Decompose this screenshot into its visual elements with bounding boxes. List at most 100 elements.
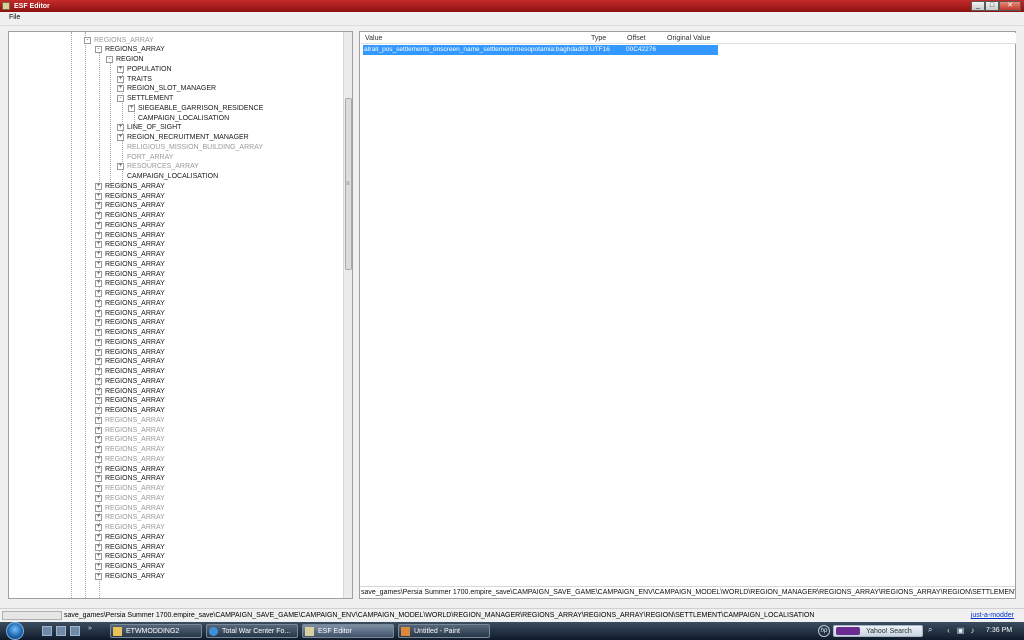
expand-icon[interactable]: + (95, 504, 102, 512)
expand-icon[interactable]: + (117, 163, 124, 171)
task-paint[interactable]: Untitled - Paint (398, 624, 490, 638)
task-total-war-center[interactable]: Total War Center Fo... (206, 624, 298, 638)
expand-icon[interactable]: + (95, 182, 102, 190)
expand-icon[interactable]: + (95, 202, 102, 210)
expand-icon[interactable]: + (117, 134, 124, 141)
expand-icon[interactable]: + (95, 329, 102, 336)
tree-node[interactable]: + REGIONS_ARRAY (95, 571, 165, 581)
expand-icon[interactable]: + (95, 251, 102, 258)
author-link[interactable]: just-a-modder (971, 612, 1014, 619)
expand-icon[interactable]: + (95, 563, 102, 570)
tree-node[interactable]: + REGIONS_ARRAY (95, 415, 165, 425)
tree-node[interactable]: + REGIONS_ARRAY (95, 250, 165, 260)
expand-icon[interactable]: + (95, 494, 102, 502)
collapse-icon[interactable]: - (106, 56, 113, 63)
tree-node[interactable]: + REGIONS_ARRAY (95, 513, 165, 523)
tree-node[interactable]: + REGIONS_ARRAY (95, 532, 165, 542)
expand-icon[interactable]: + (95, 270, 102, 278)
menu-file[interactable]: File (9, 14, 20, 21)
tree-node[interactable]: - REGIONS_ARRAY (84, 35, 154, 45)
tree-node[interactable]: + REGIONS_ARRAY (95, 406, 165, 416)
expand-icon[interactable]: + (95, 299, 102, 307)
show-desktop-icon[interactable] (42, 626, 52, 636)
tree-node[interactable]: + REGIONS_ARRAY (95, 376, 165, 386)
search-box[interactable]: Yahoo! Search (833, 625, 923, 637)
expand-icon[interactable]: + (95, 543, 102, 551)
search-icon[interactable]: ⌕ (928, 625, 932, 635)
tree-node[interactable]: + REGIONS_ARRAY (95, 201, 165, 211)
collapse-icon[interactable]: - (117, 95, 124, 102)
tree-node[interactable]: FORT_ARRAY (117, 152, 173, 162)
tree-node[interactable]: + REGIONS_ARRAY (95, 435, 165, 445)
tree-node[interactable]: RELIGIOUS_MISSION_BUILDING_ARRAY (117, 142, 263, 152)
tree-node[interactable]: + REGIONS_ARRAY (95, 347, 165, 357)
expand-icon[interactable]: + (95, 533, 102, 541)
expand-icon[interactable]: + (95, 485, 102, 492)
tree-node[interactable]: + REGIONS_ARRAY (95, 396, 165, 406)
tree-node[interactable]: + REGIONS_ARRAY (95, 269, 165, 279)
expand-icon[interactable]: + (95, 553, 102, 561)
tree-node[interactable]: + REGIONS_ARRAY (95, 464, 165, 474)
tree-node[interactable]: + REGIONS_ARRAY (95, 318, 165, 328)
tree-node[interactable]: + POPULATION (117, 64, 172, 74)
expand-icon[interactable]: + (95, 231, 102, 239)
tree-node[interactable]: CAMPAIGN_LOCALISATION (128, 113, 229, 123)
tree-node[interactable]: + SIEGEABLE_GARRISON_RESIDENCE (128, 103, 263, 113)
tree-node[interactable]: + REGIONS_ARRAY (95, 367, 165, 377)
tree-node[interactable]: - REGIONS_ARRAY (95, 45, 165, 55)
tree-node[interactable]: + REGIONS_ARRAY (95, 289, 165, 299)
tree-node[interactable]: + REGIONS_ARRAY (95, 425, 165, 435)
expand-icon[interactable]: + (95, 221, 102, 229)
tree-node[interactable]: + REGIONS_ARRAY (95, 279, 165, 289)
tree-node[interactable]: + REGIONS_ARRAY (95, 552, 165, 562)
tree-node[interactable]: + REGIONS_ARRAY (95, 240, 165, 250)
start-button[interactable] (6, 622, 24, 640)
expand-icon[interactable]: + (95, 348, 102, 356)
header-value[interactable]: Value (365, 35, 382, 42)
task-esf-editor[interactable]: ESF Editor (302, 624, 394, 638)
tree-node[interactable]: + REGIONS_ARRAY (95, 474, 165, 484)
tree-node[interactable]: + REGIONS_ARRAY (95, 181, 165, 191)
tree-node[interactable]: + TRAITS (117, 74, 152, 84)
expand-icon[interactable]: + (95, 290, 102, 297)
cell-value[interactable]: atrait_pos_settlements_onscreen_name_set… (364, 46, 588, 53)
tree-node[interactable]: + REGIONS_ARRAY (95, 445, 165, 455)
expand-icon[interactable]: + (117, 85, 124, 93)
tree-node[interactable]: + REGIONS_ARRAY (95, 328, 165, 338)
expand-icon[interactable]: + (95, 241, 102, 249)
header-original-value[interactable]: Original Value (667, 35, 710, 42)
tree-node[interactable]: + REGIONS_ARRAY (95, 562, 165, 572)
expand-icon[interactable]: + (95, 309, 102, 317)
expand-icon[interactable]: + (95, 436, 102, 444)
maximize-button[interactable]: □ (985, 1, 999, 11)
expand-icon[interactable]: + (95, 407, 102, 414)
expand-icon[interactable]: + (117, 75, 124, 83)
tree-node[interactable]: + REGIONS_ARRAY (95, 357, 165, 367)
tree-node[interactable]: - SETTLEMENT (117, 94, 173, 104)
tree-node[interactable]: + REGIONS_ARRAY (95, 503, 165, 513)
tree-node[interactable]: + REGION_SLOT_MANAGER (117, 84, 216, 94)
expand-icon[interactable]: + (95, 572, 102, 580)
tree-node[interactable]: + REGIONS_ARRAY (95, 386, 165, 396)
tree-node[interactable]: + REGIONS_ARRAY (95, 542, 165, 552)
expand-icon[interactable]: + (95, 426, 102, 434)
collapse-icon[interactable]: - (84, 36, 91, 44)
expand-icon[interactable]: + (95, 319, 102, 327)
expand-icon[interactable]: + (95, 455, 102, 463)
tree-node[interactable]: + REGIONS_ARRAY (95, 259, 165, 269)
tree-node[interactable]: + REGIONS_ARRAY (95, 211, 165, 221)
task-etwmodding2[interactable]: ETWMODDING2 (110, 624, 202, 638)
header-offset[interactable]: Offset (627, 35, 646, 42)
tree-node[interactable]: + REGIONS_ARRAY (95, 308, 165, 318)
tray-arrow-icon[interactable]: ‹ (944, 626, 953, 635)
tree-node[interactable]: + RESOURCES_ARRAY (117, 162, 199, 172)
expand-icon[interactable]: + (95, 368, 102, 375)
tree-node[interactable]: + REGIONS_ARRAY (95, 523, 165, 533)
tree-view[interactable]: - REGIONS_ARRAY - REGIONS_ARRAY - REGION + POPU… (8, 31, 353, 599)
minimize-button[interactable]: _ (971, 1, 985, 11)
quicklaunch-expand-icon[interactable]: » (88, 625, 92, 632)
tree-node[interactable]: + REGIONS_ARRAY (95, 191, 165, 201)
tree-node[interactable]: + REGIONS_ARRAY (95, 493, 165, 503)
expand-icon[interactable]: + (117, 124, 124, 132)
collapse-icon[interactable]: - (95, 46, 102, 54)
